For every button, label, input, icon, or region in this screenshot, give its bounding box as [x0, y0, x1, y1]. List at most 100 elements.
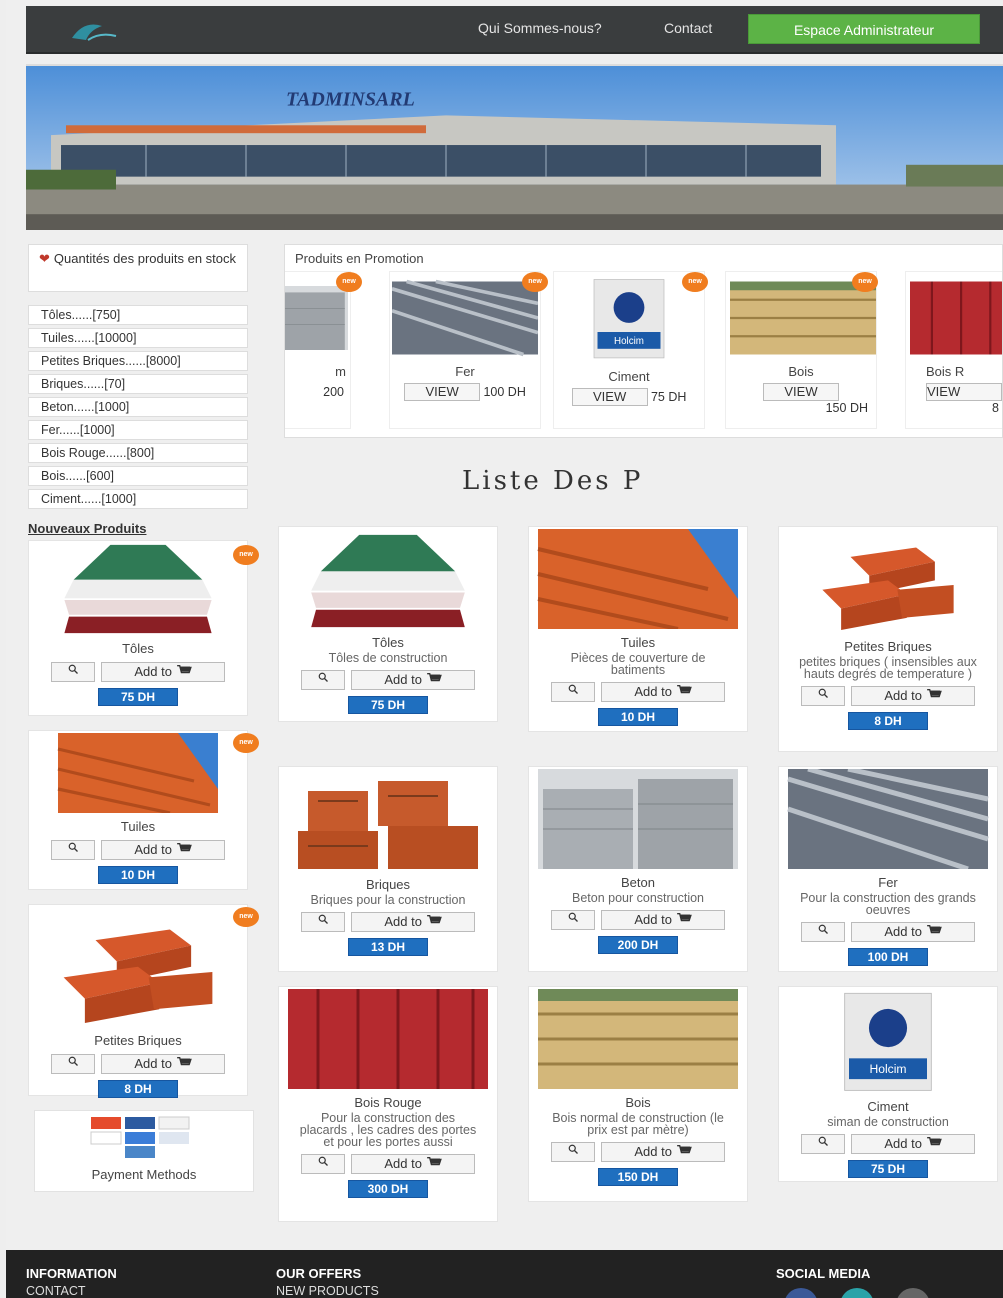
- zoom-button[interactable]: [801, 686, 845, 706]
- add-to-cart-button[interactable]: Add to: [101, 1054, 225, 1074]
- product-card-briques: Briques Briques pour la construction Add…: [278, 766, 498, 972]
- view-button[interactable]: VIEW: [926, 383, 1002, 401]
- promo-name: Bois R: [926, 364, 965, 379]
- product-image-bois[interactable]: [532, 989, 744, 1089]
- product-image-bois-rouge[interactable]: [282, 989, 494, 1089]
- zoom-button[interactable]: [51, 1054, 95, 1074]
- footer-offers-title: OUR OFFERS: [276, 1266, 362, 1281]
- product-image-ciment[interactable]: [833, 989, 943, 1093]
- product-image-beton[interactable]: [284, 278, 348, 358]
- add-to-cart-button[interactable]: Add to: [351, 670, 475, 690]
- product-card-bois: Bois Bois normal de construction (le pri…: [528, 986, 748, 1202]
- add-to-cart-button[interactable]: Add to: [601, 682, 725, 702]
- product-card-ciment: Ciment siman de construction Add to 75 D…: [778, 986, 998, 1182]
- stock-item-beton[interactable]: Beton......[1000]: [28, 397, 248, 417]
- stock-list: Tôles......[750] Tuiles......[10000] Pet…: [28, 305, 248, 512]
- product-image-ciment[interactable]: [579, 276, 679, 360]
- add-to-cart-button[interactable]: Add to: [351, 1154, 475, 1174]
- search-icon: [67, 841, 79, 853]
- footer-contact-link[interactable]: CONTACT: [26, 1284, 86, 1298]
- add-to-cart-button[interactable]: Add to: [101, 840, 225, 860]
- new-badge: new: [852, 272, 878, 292]
- zoom-button[interactable]: [51, 662, 95, 682]
- product-image-bois[interactable]: [730, 278, 876, 358]
- cart-icon: [926, 924, 942, 936]
- footer-new-products-link[interactable]: NEW PRODUCTS: [276, 1284, 379, 1298]
- search-icon: [817, 687, 829, 699]
- stock-item-bois-rouge[interactable]: Bois Rouge......[800]: [28, 443, 248, 463]
- product-name: Bois Rouge: [354, 1095, 422, 1110]
- view-button[interactable]: VIEW: [763, 383, 839, 401]
- product-card-fer: Fer Pour la construction des grands oeuv…: [778, 766, 998, 972]
- view-button[interactable]: VIEW: [404, 383, 481, 401]
- promo-name: m: [335, 364, 346, 379]
- zoom-button[interactable]: [51, 840, 95, 860]
- product-name: Tôles: [372, 635, 404, 650]
- stock-item-fer[interactable]: Fer......[1000]: [28, 420, 248, 440]
- price-tag: 150 DH: [598, 1168, 678, 1186]
- promo-price: 75 DH: [650, 390, 687, 404]
- product-card-tuiles: Tuiles Pièces de couverture de batiments…: [528, 526, 748, 732]
- zoom-button[interactable]: [301, 912, 345, 932]
- nav-link-contact[interactable]: Contact: [664, 20, 712, 36]
- zoom-button[interactable]: [301, 1154, 345, 1174]
- product-name: Briques: [365, 877, 411, 892]
- add-to-cart-button[interactable]: Add to: [351, 912, 475, 932]
- add-to-cart-button[interactable]: Add to: [101, 662, 225, 682]
- stock-item-petites-briques[interactable]: Petites Briques......[8000]: [28, 351, 248, 371]
- page: Qui Sommes-nous? Contact Espace Administ…: [6, 0, 1003, 1298]
- youtube-icon[interactable]: [896, 1288, 930, 1298]
- price-tag: 10 DH: [98, 866, 178, 884]
- admin-space-button[interactable]: Espace Administrateur: [748, 14, 980, 44]
- promo-price: 100 DH: [483, 385, 526, 399]
- zoom-button[interactable]: [551, 910, 595, 930]
- product-image-petites-briques[interactable]: [813, 537, 963, 633]
- product-card-beton: Beton Beton pour construction Add to 200…: [528, 766, 748, 972]
- add-to-cart-button[interactable]: Add to: [851, 686, 975, 706]
- promo-price: 150 DH: [825, 401, 868, 415]
- zoom-button[interactable]: [301, 670, 345, 690]
- cart-icon: [176, 1056, 192, 1068]
- add-to-cart-button[interactable]: Add to: [851, 1134, 975, 1154]
- add-to-cart-button[interactable]: Add to: [601, 910, 725, 930]
- stock-item-bois[interactable]: Bois......[600]: [28, 466, 248, 486]
- price-tag: 13 DH: [348, 938, 428, 956]
- search-icon: [317, 1155, 329, 1167]
- product-image-fer[interactable]: [392, 278, 538, 358]
- zoom-button[interactable]: [801, 1134, 845, 1154]
- product-name: Tuiles: [120, 819, 156, 834]
- footer: INFORMATION CONTACT OUR OFFERS NEW PRODU…: [6, 1250, 1003, 1298]
- nav-link-qui-sommes-nous[interactable]: Qui Sommes-nous?: [478, 20, 602, 36]
- product-image-briques[interactable]: [288, 771, 488, 871]
- product-image-petites-briques[interactable]: [53, 917, 223, 1027]
- product-image-tuiles[interactable]: [532, 529, 744, 629]
- zoom-button[interactable]: [801, 922, 845, 942]
- product-image-tuiles[interactable]: [38, 733, 238, 813]
- product-image-toles[interactable]: [298, 533, 478, 629]
- add-to-cart-button[interactable]: Add to: [601, 1142, 725, 1162]
- cart-icon: [676, 1144, 692, 1156]
- cart-icon: [676, 912, 692, 924]
- price-tag: 100 DH: [848, 948, 928, 966]
- logo-icon[interactable]: [66, 16, 124, 46]
- new-products-title[interactable]: Nouveaux Produits: [28, 521, 146, 536]
- twitter-icon[interactable]: [840, 1288, 874, 1298]
- add-to-cart-button[interactable]: Add to: [851, 922, 975, 942]
- facebook-icon[interactable]: [784, 1288, 818, 1298]
- zoom-button[interactable]: [551, 682, 595, 702]
- product-image-fer[interactable]: [782, 769, 994, 869]
- stock-item-toles[interactable]: Tôles......[750]: [28, 305, 248, 325]
- product-image-bois-rouge[interactable]: [910, 278, 1003, 358]
- product-image-beton[interactable]: [532, 769, 744, 869]
- stock-item-ciment[interactable]: Ciment......[1000]: [28, 489, 248, 509]
- zoom-button[interactable]: [551, 1142, 595, 1162]
- promo-item-bois: new Bois VIEW 150 DH: [725, 271, 878, 429]
- product-name: Tôles: [122, 641, 154, 656]
- view-button[interactable]: VIEW: [571, 388, 648, 406]
- payment-methods-box: Payment Methods: [34, 1110, 254, 1192]
- product-image-toles[interactable]: [48, 543, 228, 635]
- stock-item-tuiles[interactable]: Tuiles......[10000]: [28, 328, 248, 348]
- search-icon: [317, 913, 329, 925]
- stock-item-briques[interactable]: Briques......[70]: [28, 374, 248, 394]
- payment-methods-label: Payment Methods: [91, 1167, 197, 1182]
